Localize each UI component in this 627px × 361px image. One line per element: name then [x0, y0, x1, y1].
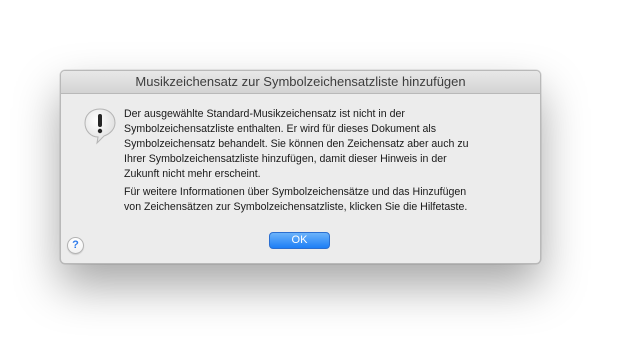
help-icon[interactable]: ? — [67, 237, 84, 254]
dialog-title: Musikzeichensatz zur Symbolzeichensatzli… — [135, 74, 466, 89]
dialog-message: Der ausgewählte Standard-Musikzeichensat… — [124, 108, 469, 180]
title-bar[interactable]: Musikzeichensatz zur Symbolzeichensatzli… — [61, 71, 540, 94]
dialog-help-info: Für weitere Informationen über Symbolzei… — [124, 186, 468, 213]
help-button-label: ? — [72, 239, 79, 251]
alert-dialog: Musikzeichensatz zur Symbolzeichensatzli… — [60, 70, 541, 264]
alert-icon — [84, 108, 116, 145]
ok-button[interactable]: OK — [269, 232, 330, 249]
